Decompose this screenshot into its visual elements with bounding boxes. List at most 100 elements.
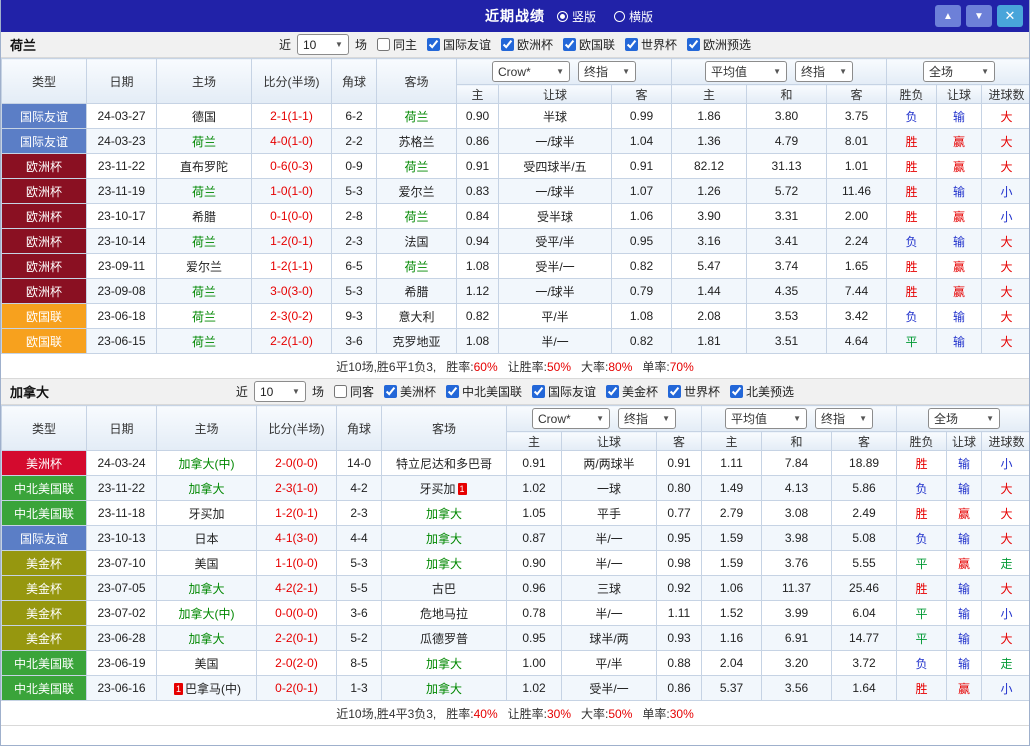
filter-option[interactable]: 中北美国联	[445, 383, 522, 400]
match-date: 24-03-23	[86, 128, 157, 154]
filter-checkbox[interactable]	[445, 385, 459, 398]
home-team-name: 牙买加	[188, 506, 225, 521]
layout-option-horizontal[interactable]: 横版	[614, 8, 653, 25]
avg-home-odds: 1.16	[701, 625, 763, 651]
match-row[interactable]: 中北美国联 23-06-16 1 巴拿马(中) 0-2(0-1) 1-3 加拿大 …	[1, 675, 1029, 701]
chevron-down-icon: ▼	[596, 414, 604, 423]
match-row[interactable]: 美金杯 23-07-05 加拿大 4-2(2-1) 5-5 古巴 0.96 三球…	[1, 575, 1029, 601]
average-select[interactable]: 平均值 ▼	[725, 408, 808, 429]
average-select[interactable]: 平均值 ▼	[705, 61, 788, 82]
bookmaker-select[interactable]: Crow* ▼	[492, 61, 570, 82]
competition-badge: 中北美国联	[1, 675, 87, 701]
result-goals: 走	[981, 650, 1029, 676]
match-row[interactable]: 国际友谊 24-03-27 德国 2-1(1-1) 6-2 荷兰 0.90 半球…	[1, 103, 1029, 129]
match-row[interactable]: 欧洲杯 23-09-11 爱尔兰 1-2(1-1) 6-5 荷兰 1.08 受半…	[1, 253, 1029, 279]
filter-option[interactable]: 同主	[376, 36, 417, 53]
filter-option[interactable]: 欧国联	[563, 36, 615, 53]
scope-select[interactable]: 全场 ▼	[928, 408, 1001, 429]
avg-home-odds: 1.59	[701, 525, 763, 551]
match-row[interactable]: 美金杯 23-07-10 美国 1-1(0-0) 5-3 加拿大 0.90 半/…	[1, 550, 1029, 576]
filter-checkbox[interactable]	[606, 385, 620, 398]
match-row[interactable]: 欧洲杯 23-10-17 希腊 0-1(0-0) 2-8 荷兰 0.84 受半球…	[1, 203, 1029, 229]
filter-option[interactable]: 世界杯	[625, 36, 677, 53]
scroll-up-button[interactable]: ▲	[935, 5, 961, 27]
filter-option[interactable]: 美洲杯	[383, 383, 436, 400]
avg-home-odds: 3.90	[671, 203, 748, 229]
match-row[interactable]: 国际友谊 24-03-23 荷兰 4-0(1-0) 2-2 苏格兰 0.86 一…	[1, 128, 1029, 154]
filter-checkbox[interactable]	[563, 38, 577, 51]
filter-checkbox[interactable]	[501, 38, 514, 51]
handicap-away-odds: 0.82	[610, 253, 673, 279]
away-team-name: 瓜德罗普	[419, 631, 468, 646]
match-row[interactable]: 欧国联 23-06-18 荷兰 2-3(0-2) 9-3 意大利 0.82 平/…	[1, 303, 1029, 329]
result-goals: 大	[981, 253, 1029, 279]
filter-option[interactable]: 欧洲杯	[501, 36, 553, 53]
match-row[interactable]: 中北美国联 23-11-18 牙买加 1-2(0-1) 2-3 加拿大 1.05…	[1, 500, 1029, 526]
scope-select[interactable]: 全场 ▼	[923, 61, 996, 82]
layout-option-vertical[interactable]: 竖版	[557, 8, 596, 25]
recent-label: 近	[235, 385, 248, 399]
scroll-down-button[interactable]: ▼	[966, 5, 992, 27]
filter-checkbox[interactable]	[687, 38, 701, 51]
match-row[interactable]: 欧洲杯 23-10-14 荷兰 1-2(0-1) 2-3 法国 0.94 受平/…	[1, 228, 1029, 254]
select-value: 终指	[584, 65, 609, 79]
match-row[interactable]: 欧洲杯 23-11-22 直布罗陀 0-6(0-3) 0-9 荷兰 0.91 受…	[1, 153, 1029, 179]
filter-checkbox[interactable]	[333, 385, 347, 398]
odds-stage-select[interactable]: 终指 ▼	[578, 61, 636, 82]
avg-draw-odds: 3.76	[761, 550, 833, 576]
competition-badge: 国际友谊	[1, 128, 87, 154]
recent-count-select[interactable]: 10 ▼	[253, 381, 306, 402]
result-outcome: 胜	[896, 575, 948, 601]
match-row[interactable]: 欧洲杯 23-11-19 荷兰 1-0(1-0) 5-3 爱尔兰 0.83 一/…	[1, 178, 1029, 204]
match-row[interactable]: 美金杯 23-06-28 加拿大 2-2(0-1) 5-2 瓜德罗普 0.95 …	[1, 625, 1029, 651]
filter-checkbox[interactable]	[532, 385, 545, 398]
filter-option[interactable]: 国际友谊	[426, 36, 491, 53]
filter-checkbox[interactable]	[668, 385, 682, 398]
filter-checkbox[interactable]	[625, 38, 639, 51]
match-row[interactable]: 欧洲杯 23-09-08 荷兰 3-0(3-0) 5-3 希腊 1.12 一/球…	[1, 278, 1029, 304]
handicap-line: 受半/一	[498, 253, 612, 279]
avg-draw-odds: 3.51	[746, 328, 828, 354]
match-row[interactable]: 国际友谊 23-10-13 日本 4-1(3-0) 4-4 加拿大 0.87 半…	[1, 525, 1029, 551]
odds-stage-select[interactable]: 终指 ▼	[618, 408, 676, 429]
filter-checkbox[interactable]	[383, 385, 397, 398]
avg-draw-odds: 7.84	[761, 450, 833, 476]
filter-checkbox[interactable]	[376, 38, 390, 51]
handicap-home-odds: 0.94	[456, 228, 499, 254]
average-stage-select[interactable]: 终指 ▼	[795, 61, 854, 82]
avg-draw-odds: 3.56	[761, 675, 833, 701]
filter-option[interactable]: 同客	[333, 383, 374, 400]
match-date: 23-06-19	[86, 650, 157, 676]
match-row[interactable]: 美金杯 23-07-02 加拿大(中) 0-0(0-0) 3-6 危地马拉 0.…	[1, 600, 1029, 626]
bookmaker-select[interactable]: Crow* ▼	[532, 408, 610, 429]
away-team-name: 克罗地亚	[392, 334, 441, 349]
filter-option[interactable]: 国际友谊	[532, 383, 596, 400]
average-stage-select[interactable]: 终指 ▼	[815, 408, 874, 429]
average-controls: 平均值 ▼ 终指 ▼	[671, 58, 888, 85]
scope-controls: 全场 ▼	[886, 58, 1029, 85]
handicap-away-odds: 1.07	[610, 178, 673, 204]
filter-option[interactable]: 美金杯	[606, 383, 658, 400]
filter-option[interactable]: 欧洲预选	[687, 36, 751, 53]
result-outcome: 平	[896, 625, 948, 651]
titlebar-buttons: ▲ ▼ ✕	[935, 5, 1023, 27]
filter-option[interactable]: 北美预选	[730, 383, 794, 400]
filter-checkbox[interactable]	[730, 385, 744, 398]
select-value: 10	[259, 384, 274, 399]
match-row[interactable]: 中北美国联 23-06-19 美国 2-0(2-0) 8-5 加拿大 1.00 …	[1, 650, 1029, 676]
col-corners: 角球	[336, 405, 382, 451]
filter-option[interactable]: 世界杯	[668, 383, 720, 400]
home-team-name: 荷兰	[191, 134, 216, 149]
close-button[interactable]: ✕	[997, 5, 1023, 27]
away-team-cell: 加拿大	[381, 650, 507, 676]
match-row[interactable]: 欧国联 23-06-15 荷兰 2-2(1-0) 3-6 克罗地亚 1.08 半…	[1, 328, 1029, 354]
match-date: 23-11-19	[86, 178, 157, 204]
match-row[interactable]: 美洲杯 24-03-24 加拿大(中) 2-0(0-0) 14-0 特立尼达和多…	[1, 450, 1029, 476]
match-row[interactable]: 中北美国联 23-11-22 加拿大 2-3(1-0) 4-2 牙买加 1 1.0…	[1, 475, 1029, 501]
avg-draw-odds: 3.41	[746, 228, 828, 254]
recent-count-select[interactable]: 10 ▼	[296, 34, 349, 55]
summary-record: 近10场,胜6平1负3,	[336, 359, 437, 374]
handicap-away-odds: 0.91	[655, 450, 703, 476]
filter-checkbox[interactable]	[426, 38, 440, 51]
score: 2-0(2-0)	[256, 650, 337, 676]
